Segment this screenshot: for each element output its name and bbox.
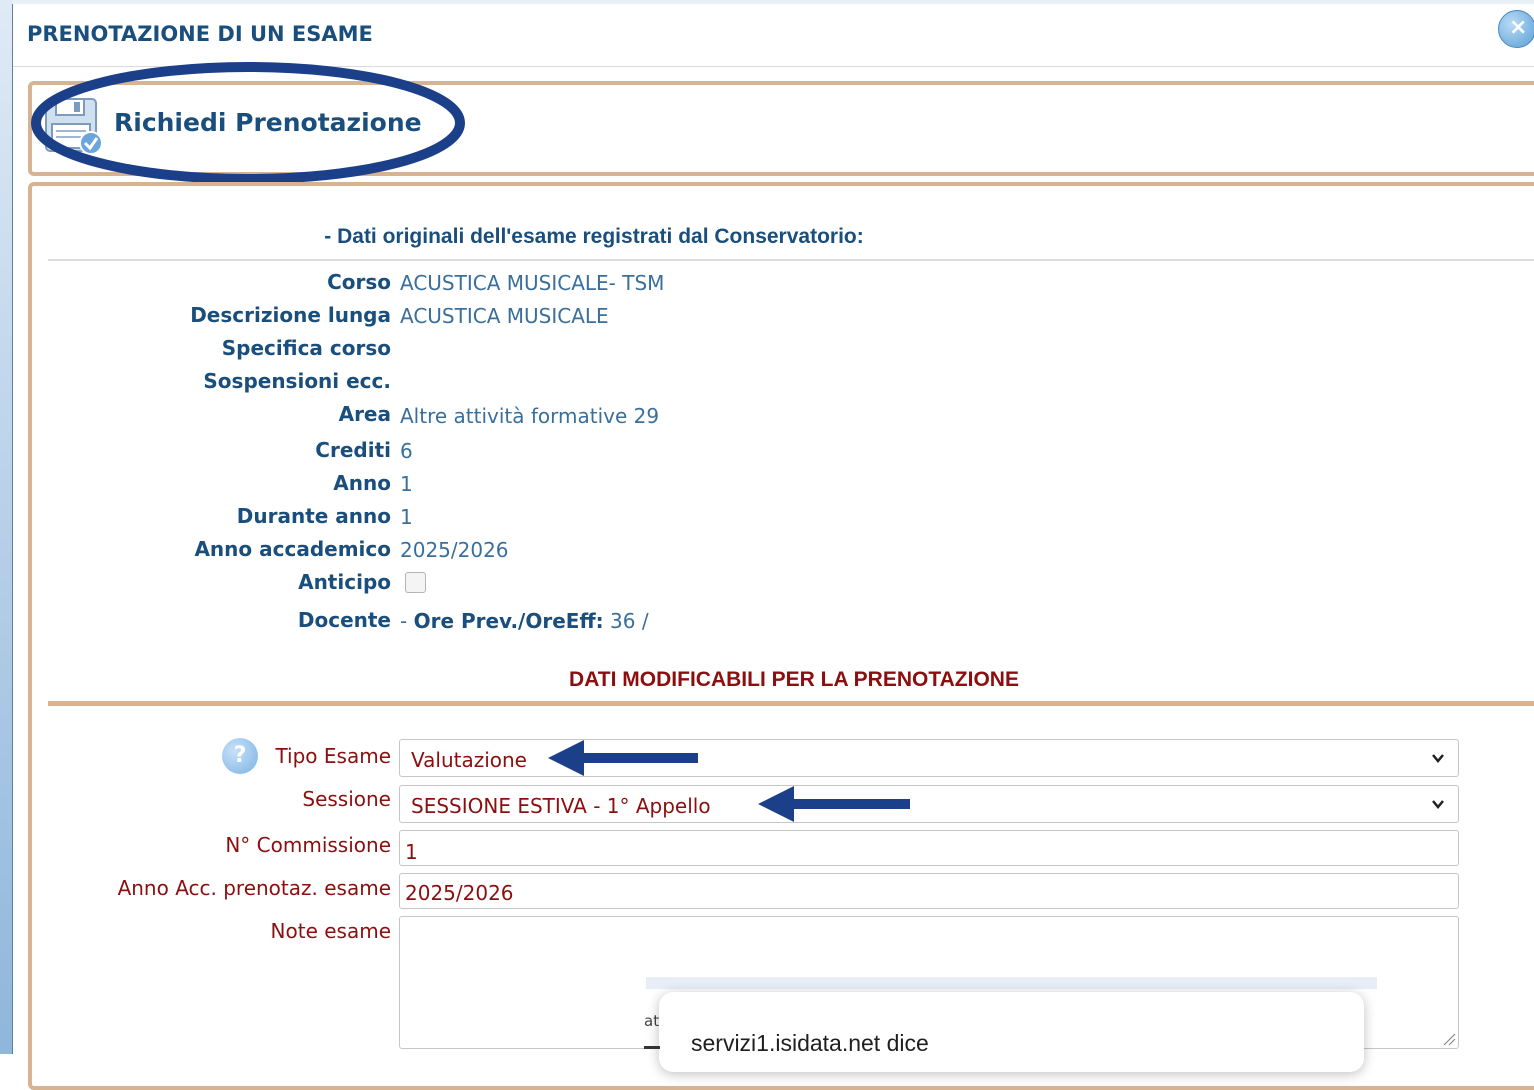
value-area: Altre attività formative 29 (400, 404, 660, 428)
ore-label: Ore Prev./OreEff: (413, 609, 604, 633)
save-check-icon[interactable] (44, 96, 104, 156)
tipo-esame-value: Valutazione (411, 748, 527, 772)
label-anno: Anno (333, 471, 391, 495)
arrow-annotation-sessione (758, 786, 910, 822)
label-durante-anno: Durante anno (236, 504, 391, 528)
close-icon[interactable]: × (1498, 10, 1534, 48)
sessione-select[interactable]: SESSIONE ESTIVA - 1° Appello (399, 785, 1459, 823)
docente-dash: - (400, 609, 408, 633)
label-note-esame: Note esame (270, 919, 391, 943)
arrow-annotation-tipo-esame (548, 740, 698, 776)
alert-title: servizi1.isidata.net dice (691, 1030, 929, 1056)
label-commissione: N° Commissione (225, 833, 391, 857)
label-tipo-esame: Tipo Esame (275, 744, 391, 768)
value-descrizione-lunga: ACUSTICA MUSICALE (400, 304, 609, 328)
label-descrizione-lunga: Descrizione lunga (190, 303, 391, 327)
original-data-title: - Dati originali dell'esame registrati d… (324, 225, 864, 248)
resize-grip-icon[interactable] (1442, 1032, 1456, 1046)
chevron-down-icon (1432, 800, 1444, 809)
value-anno: 1 (400, 472, 413, 496)
label-sospensioni: Sospensioni ecc. (203, 369, 391, 393)
alert-underline (644, 1046, 660, 1049)
browser-alert-dialog[interactable]: servizi1.isidata.net dice (659, 992, 1364, 1072)
alert-partial-text: at (644, 1012, 660, 1030)
ore-value: 36 / (610, 609, 649, 633)
value-docente: - Ore Prev./OreEff: 36 / (400, 609, 649, 633)
commissione-value: 1 (405, 840, 418, 864)
value-corso: ACUSTICA MUSICALE- TSM (400, 271, 665, 295)
editable-data-title: DATI MODIFICABILI PER LA PRENOTAZIONE (569, 668, 1019, 691)
divider-tan (48, 701, 1534, 706)
dialog-title: PRENOTAZIONE DI UN ESAME (27, 22, 373, 46)
anno-acc-value: 2025/2026 (405, 881, 514, 905)
anno-acc-input[interactable]: 2025/2026 (399, 873, 1459, 909)
label-specifica-corso: Specifica corso (221, 336, 391, 360)
value-durante-anno: 1 (400, 505, 413, 529)
anticipo-checkbox[interactable] (405, 572, 426, 593)
label-area: Area (338, 402, 391, 426)
value-anno-accademico: 2025/2026 (400, 538, 509, 562)
alert-backdrop (646, 977, 1377, 989)
label-anno-accademico: Anno accademico (194, 537, 391, 561)
label-crediti: Crediti (315, 438, 391, 462)
divider (48, 259, 1534, 261)
dialog-header: PRENOTAZIONE DI UN ESAME (13, 4, 1534, 67)
commissione-input[interactable]: 1 (399, 830, 1459, 866)
request-booking-button[interactable]: Richiedi Prenotazione (114, 108, 422, 137)
chevron-down-icon (1432, 754, 1444, 763)
label-anticipo: Anticipo (298, 570, 391, 594)
label-docente: Docente (297, 608, 391, 632)
value-crediti: 6 (400, 439, 413, 463)
sessione-value: SESSIONE ESTIVA - 1° Appello (411, 794, 711, 818)
label-sessione: Sessione (302, 787, 391, 811)
window-edge-left (0, 0, 13, 1054)
label-corso: Corso (327, 270, 391, 294)
label-anno-acc-prenotaz: Anno Acc. prenotaz. esame (117, 876, 391, 900)
